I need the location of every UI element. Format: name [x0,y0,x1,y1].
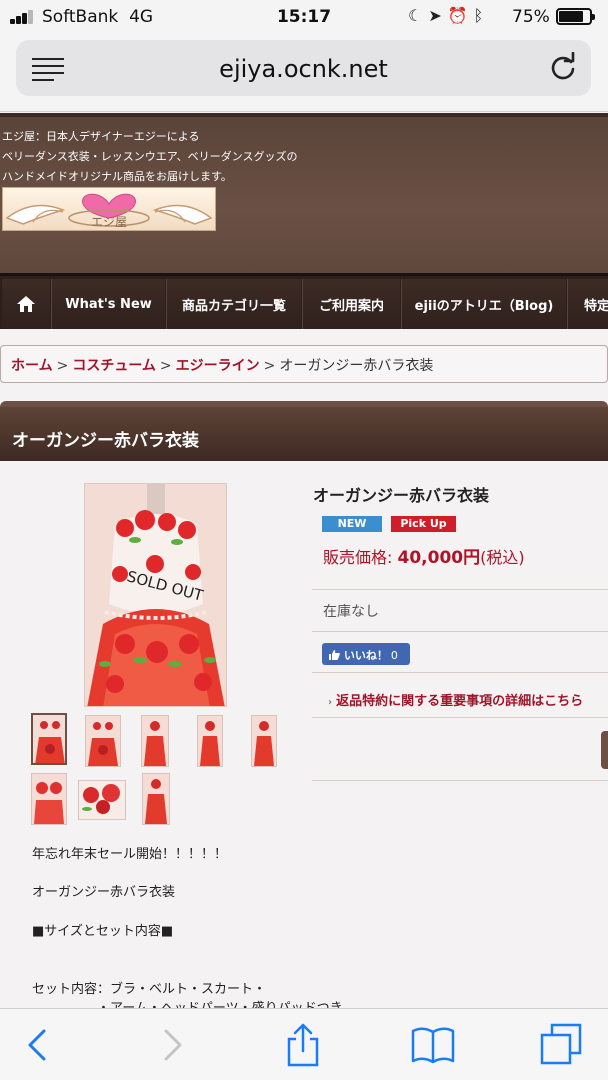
tabs-icon[interactable] [540,1023,584,1067]
product-thumbnail[interactable] [31,713,67,765]
location-icon: ➤ [428,6,448,25]
page-title: オーガンジー赤バラ衣装 [0,401,608,461]
nav-blog[interactable]: ejiiのアトリエ（Blog) [401,279,566,329]
product-thumbnail[interactable] [141,715,169,767]
return-policy-link[interactable]: › 返品特約に関する重要事項の詳細はこちら [328,690,583,709]
winged-heart-logo-icon: エジ屋 [5,193,213,229]
facebook-like-button[interactable]: いいね！ 0 [322,643,410,665]
divider [312,672,608,673]
product-thumbnail[interactable] [31,773,67,825]
home-icon [17,296,35,312]
breadcrumb-current: オーガンジー赤バラ衣装 [279,358,434,374]
product-thumbnail[interactable] [85,715,121,767]
nav-guide[interactable]: ご利用案内 [302,279,400,329]
share-icon[interactable] [283,1023,323,1067]
product-thumbnail[interactable] [197,715,223,767]
status-bar: SoftBank 4G 15:17 ☾➤⏰ᛒ 75% [0,0,608,34]
alarm-icon: ⏰ [447,6,474,25]
product-price: 販売価格: 40,000円(税込) [323,548,525,568]
svg-text:エジ屋: エジ屋 [91,215,127,229]
divider [312,589,608,590]
address-bar[interactable]: ejiya.ocnk.net [16,40,591,96]
chevron-right-icon: › [328,697,333,708]
nav-whats-new[interactable]: What's New [51,279,165,329]
nav-home[interactable] [2,279,50,329]
moon-icon: ☾ [408,6,429,25]
pickup-badge: Pick Up [391,516,456,532]
description-line: セット内容：ブラ・ベルト・スカート・ [32,982,267,997]
product-name: オーガンジー赤バラ衣装 [313,486,490,505]
site-header: エジ屋：日本人デザイナーエジーによる ベリーダンス衣装・レッスンウエア、ベリーダ… [0,113,608,273]
new-badge: NEW [322,516,382,532]
thumbs-up-icon [329,650,340,660]
nav-category-list[interactable]: 商品カテゴリ一覧 [166,279,301,329]
product-thumbnail[interactable] [142,773,170,825]
scroll-top-tab[interactable] [601,731,608,769]
divider [312,717,608,718]
forward-icon[interactable] [150,1023,190,1067]
bookmarks-icon[interactable] [410,1023,456,1067]
main-nav: What's New 商品カテゴリ一覧 ご利用案内 ejiiのアトリエ（Blog… [0,273,608,329]
site-tagline: エジ屋：日本人デザイナーエジーによる ベリーダンス衣装・レッスンウエア、ベリーダ… [2,130,298,183]
divider [312,780,608,781]
breadcrumb-eji-line[interactable]: エジーライン [176,358,260,374]
stock-status: 在庫なし [323,604,379,620]
product-thumbnail[interactable] [78,780,126,820]
url-text[interactable]: ejiya.ocnk.net [16,55,591,83]
breadcrumb: ホーム > コスチューム > エジーライン > オーガンジー赤バラ衣装 [0,345,608,383]
breadcrumb-home[interactable]: ホーム [11,358,53,374]
site-logo[interactable]: エジ屋 [2,187,216,231]
nav-tokutei[interactable]: 特定 [567,279,608,329]
reload-icon[interactable] [548,52,578,82]
divider [312,631,608,632]
back-icon[interactable] [20,1023,60,1067]
description-line: オーガンジー赤バラ衣装 [32,885,176,900]
description-line: ■サイズとセット内容■ [32,924,174,939]
breadcrumb-costume[interactable]: コスチューム [72,358,156,374]
product-thumbnail[interactable] [251,715,277,767]
description-line: 年忘れ年末セール開始！！！！！ [32,847,228,862]
battery-percent: 75% [512,7,550,27]
browser-toolbar [0,1008,608,1080]
browser-address-area: ejiya.ocnk.net [0,34,608,112]
battery-icon [556,8,595,25]
bluetooth-icon: ᛒ [473,6,490,25]
